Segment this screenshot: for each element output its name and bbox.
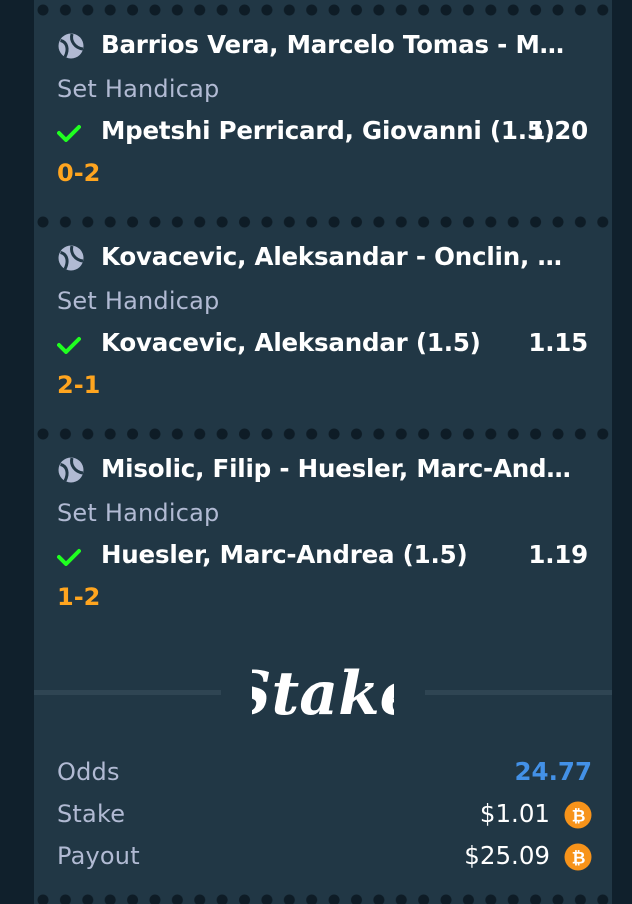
selection-row: Huesler, Marc-Andrea (1.5) 1.19 (57, 537, 592, 577)
perforation-divider (34, 3, 612, 17)
match-name: Kovacevic, Aleksandar - Onclin, Gauthier (101, 242, 579, 271)
payout-label: Payout (57, 842, 140, 870)
perforation-divider (34, 215, 612, 229)
market-name: Set Handicap (57, 499, 220, 527)
selection-name: Huesler, Marc-Andrea (1.5) (101, 540, 468, 569)
stake-logo-text: Stake (252, 659, 394, 729)
tennis-ball-icon (58, 245, 84, 271)
stake-amount: $1.01 (479, 799, 550, 828)
stake-row: Stake $1.01 ₿ (57, 796, 592, 832)
selection-odds: 1.20 (528, 116, 588, 145)
stake-logo: Stake (252, 659, 394, 729)
stake-label: Stake (57, 800, 126, 828)
brand-divider-left (34, 690, 221, 695)
match-name: Misolic, Filip - Huesler, Marc-Andrea (101, 454, 579, 483)
check-icon (57, 125, 81, 142)
odds-label: Odds (57, 758, 120, 786)
market-name: Set Handicap (57, 75, 220, 103)
bet-ticket: Barrios Vera, Marcelo Tomas - Mpetshi Pe… (34, 0, 612, 904)
match-score: 2-1 (57, 371, 101, 399)
check-icon (57, 549, 81, 566)
total-odds-value: 24.77 (514, 757, 593, 786)
odds-row: Odds 24.77 (57, 754, 592, 790)
match-score: 0-2 (57, 159, 101, 187)
tennis-ball-icon (58, 33, 84, 59)
tennis-ball-icon (58, 457, 84, 483)
payout-amount: $25.09 (464, 841, 550, 870)
selection-name: Kovacevic, Aleksandar (1.5) (101, 328, 481, 357)
selection-row: Mpetshi Perricard, Giovanni (1.5) 1.20 (57, 113, 592, 153)
match-score: 1-2 (57, 583, 101, 611)
payout-row: Payout $25.09 ₿ (57, 838, 592, 874)
bet-slip-page: Barrios Vera, Marcelo Tomas - Mpetshi Pe… (0, 0, 632, 904)
brand-divider-right (425, 690, 612, 695)
bitcoin-icon: ₿ (564, 843, 592, 871)
match-row: Misolic, Filip - Huesler, Marc-Andrea (57, 451, 592, 493)
selection-row: Kovacevic, Aleksandar (1.5) 1.15 (57, 325, 592, 365)
svg-text:₿: ₿ (572, 849, 586, 869)
perforation-divider (34, 893, 612, 904)
check-icon (57, 337, 81, 354)
market-name: Set Handicap (57, 287, 220, 315)
match-row: Barrios Vera, Marcelo Tomas - Mpetshi Pe… (57, 27, 592, 69)
match-name: Barrios Vera, Marcelo Tomas - Mpetshi Pe… (101, 30, 579, 59)
selection-name: Mpetshi Perricard, Giovanni (1.5) (101, 116, 555, 145)
selection-odds: 1.15 (528, 328, 588, 357)
selection-odds: 1.19 (528, 540, 588, 569)
bitcoin-icon: ₿ (564, 801, 592, 829)
svg-text:₿: ₿ (572, 807, 586, 827)
perforation-divider (34, 427, 612, 441)
match-row: Kovacevic, Aleksandar - Onclin, Gauthier (57, 239, 592, 281)
